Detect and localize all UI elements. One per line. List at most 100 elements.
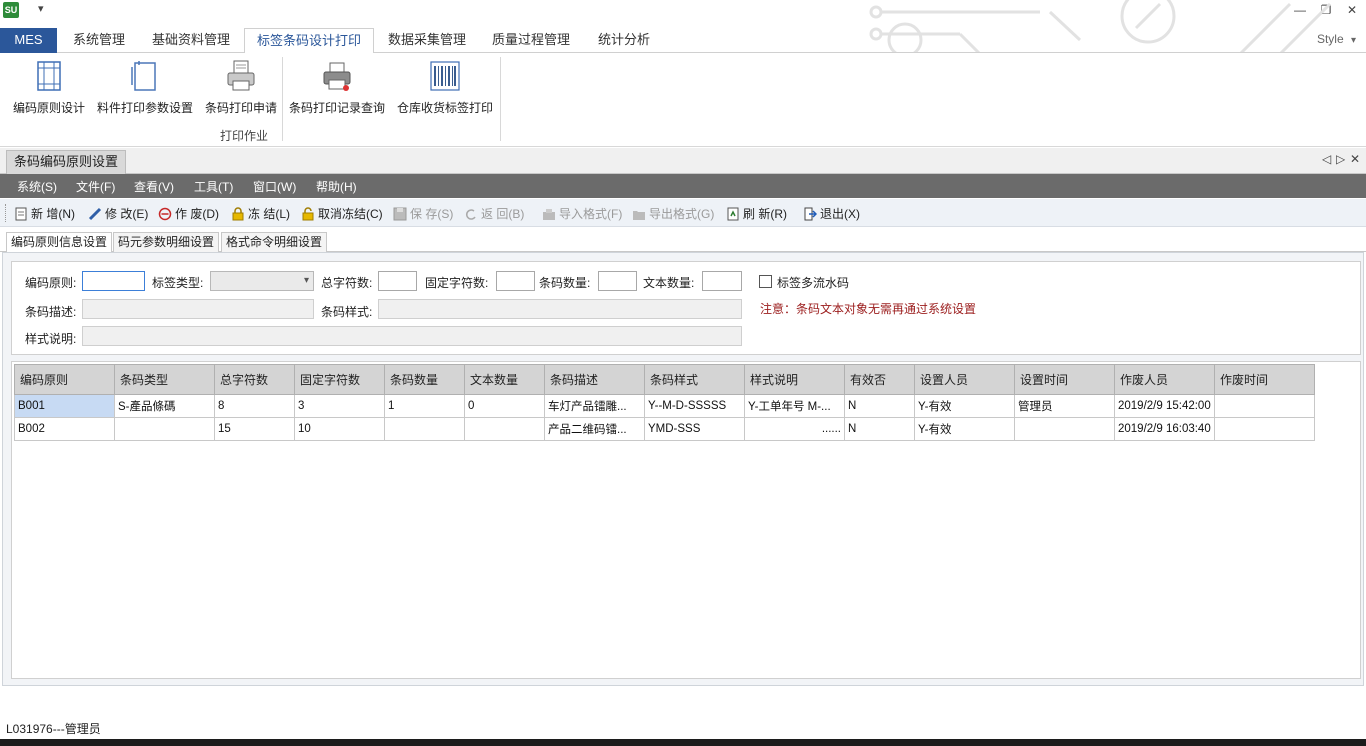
exit-button[interactable]: 退出(X)	[803, 205, 860, 222]
style-input[interactable]	[378, 299, 742, 319]
table-cell[interactable]	[1214, 394, 1315, 418]
label-type-select[interactable]: ▾	[210, 271, 314, 291]
table-cell[interactable]	[384, 417, 465, 441]
col-header[interactable]: 作废时间	[1214, 364, 1315, 395]
col-header[interactable]: 条码数量	[384, 364, 465, 395]
tab-system-management[interactable]: 系统管理	[64, 28, 134, 53]
void-button[interactable]: 作 废(D)	[158, 205, 219, 222]
style-dropdown[interactable]: Style ▾	[1317, 32, 1356, 46]
table-cell[interactable]: 3	[294, 394, 385, 418]
print-record-query-button[interactable]: 条码打印记录查询	[286, 59, 388, 116]
export-format-button[interactable]: 导出格式(G)	[632, 205, 714, 222]
style-note-input[interactable]	[82, 326, 742, 346]
multi-serial-checkbox[interactable]	[759, 275, 772, 288]
col-header[interactable]: 总字符数	[214, 364, 295, 395]
table-cell[interactable]: 2019/2/9 16:03:40	[1114, 417, 1215, 441]
import-format-button[interactable]: 导入格式(F)	[542, 205, 622, 222]
menu-system[interactable]: 系统(S)	[17, 178, 57, 195]
col-header[interactable]: 条码类型	[114, 364, 215, 395]
col-header[interactable]: 编码原则	[14, 364, 115, 395]
total-chars-input[interactable]	[378, 271, 417, 291]
close-window-button[interactable]: ✕	[1342, 2, 1362, 18]
table-cell[interactable]	[464, 417, 545, 441]
table-cell[interactable]: 车灯产品镭雕...	[544, 394, 645, 418]
col-header[interactable]: 设置时间	[1014, 364, 1115, 395]
close-doc-icon[interactable]: ✕	[1350, 152, 1360, 166]
menu-help[interactable]: 帮助(H)	[316, 178, 357, 195]
table-cell[interactable]: N	[844, 394, 915, 418]
scroll-left-icon[interactable]: ◁	[1322, 152, 1331, 166]
tab-basic-data[interactable]: 基础资料管理	[142, 28, 240, 53]
table-cell[interactable]: Y-有效	[914, 417, 1015, 441]
menu-file[interactable]: 文件(F)	[76, 178, 115, 195]
table-cell[interactable]: 1	[384, 394, 465, 418]
edit-button[interactable]: 修 改(E)	[88, 205, 148, 222]
col-header[interactable]: 设置人员	[914, 364, 1015, 395]
import-icon	[543, 209, 555, 220]
refresh-button[interactable]: 刷 新(R)	[726, 205, 787, 222]
col-header[interactable]: 样式说明	[744, 364, 845, 395]
table-cell[interactable]: YMD-SSS	[644, 417, 745, 441]
back-button[interactable]: 返 回(B)	[464, 205, 524, 222]
table-cell[interactable]: 0	[464, 394, 545, 418]
table-cell[interactable]	[114, 417, 215, 441]
rule-design-button[interactable]: 编码原则设计	[10, 59, 88, 116]
tab-quality-process[interactable]: 质量过程管理	[484, 28, 578, 53]
table-cell[interactable]: 10	[294, 417, 385, 441]
table-cell[interactable]: B002	[14, 417, 115, 441]
col-header[interactable]: 固定字符数	[294, 364, 385, 395]
new-button[interactable]: 新 增(N)	[14, 205, 75, 222]
col-header[interactable]: 有效否	[844, 364, 915, 395]
freeze-button[interactable]: 冻 结(L)	[231, 205, 290, 222]
table-cell[interactable]: N	[844, 417, 915, 441]
tab-data-collection[interactable]: 数据采集管理	[380, 28, 474, 53]
fixed-chars-input[interactable]	[496, 271, 535, 291]
label-type-label: 标签类型:	[152, 276, 204, 290]
tab-label-barcode[interactable]: 标签条码设计打印	[244, 28, 374, 54]
tab-rule-info[interactable]: 编码原则信息设置	[6, 232, 113, 253]
warehouse-label-print-button[interactable]: 仓库收货标签打印	[394, 59, 496, 116]
document-tab[interactable]: 条码编码原则设置	[6, 150, 127, 174]
table-cell[interactable]	[1214, 417, 1315, 441]
col-header[interactable]: 文本数量	[464, 364, 545, 395]
save-button[interactable]: 保 存(S)	[393, 205, 453, 222]
menu-window[interactable]: 窗口(W)	[253, 178, 296, 195]
print-params-button[interactable]: 料件打印参数设置	[94, 59, 196, 116]
table-row[interactable]: B002 15 10 产品二维码镭... YMD-SSS ...... N Y-…	[14, 417, 1315, 441]
table-cell[interactable]: 8	[214, 394, 295, 418]
col-header[interactable]: 条码样式	[644, 364, 745, 395]
table-row[interactable]: B001 S-產品條碼 8 3 1 0 车灯产品镭雕... Y--M-D-SSS…	[14, 394, 1315, 418]
table-cell[interactable]: B001	[14, 394, 115, 418]
restore-button[interactable]: ❐	[1316, 2, 1336, 18]
tab-mes[interactable]: MES	[0, 28, 57, 53]
document-tab-strip: 条码编码原则设置 ◁ ▷ ✕	[0, 148, 1366, 174]
table-cell[interactable]: 2019/2/9 15:42:00	[1114, 394, 1215, 418]
desc-input[interactable]	[82, 299, 314, 319]
scroll-right-icon[interactable]: ▷	[1336, 152, 1345, 166]
table-cell[interactable]: 管理员	[1014, 394, 1115, 418]
col-header[interactable]: 条码描述	[544, 364, 645, 395]
toolbar-grip[interactable]	[5, 204, 8, 222]
table-cell[interactable]: Y-有效	[914, 394, 1015, 418]
quick-access-dropdown-icon[interactable]: ▾	[38, 2, 44, 15]
minimize-button[interactable]: —	[1290, 2, 1310, 18]
table-cell[interactable]: 15	[214, 417, 295, 441]
table-cell[interactable]: S-產品條碼	[114, 394, 215, 418]
menu-view[interactable]: 查看(V)	[134, 178, 174, 195]
tab-element-params[interactable]: 码元参数明细设置	[113, 232, 220, 252]
text-count-input[interactable]	[702, 271, 742, 291]
tab-statistics[interactable]: 统计分析	[590, 28, 658, 53]
unfreeze-button[interactable]: 取消冻结(C)	[301, 205, 383, 222]
tab-format-commands[interactable]: 格式命令明细设置	[221, 232, 328, 252]
rule-input[interactable]	[82, 271, 145, 291]
table-cell[interactable]: 产品二维码镭...	[544, 417, 645, 441]
print-request-button[interactable]: 条码打印申请	[202, 59, 280, 116]
menu-tools[interactable]: 工具(T)	[194, 178, 233, 195]
table-cell[interactable]: Y-工单年号 M-...	[744, 394, 845, 418]
table-cell[interactable]: Y--M-D-SSSSS	[644, 394, 745, 418]
unfreeze-label: 取消冻结(C)	[318, 207, 383, 221]
col-header[interactable]: 作废人员	[1114, 364, 1215, 395]
barcode-count-input[interactable]	[598, 271, 637, 291]
table-cell[interactable]: ......	[744, 417, 845, 441]
table-cell[interactable]	[1014, 417, 1115, 441]
